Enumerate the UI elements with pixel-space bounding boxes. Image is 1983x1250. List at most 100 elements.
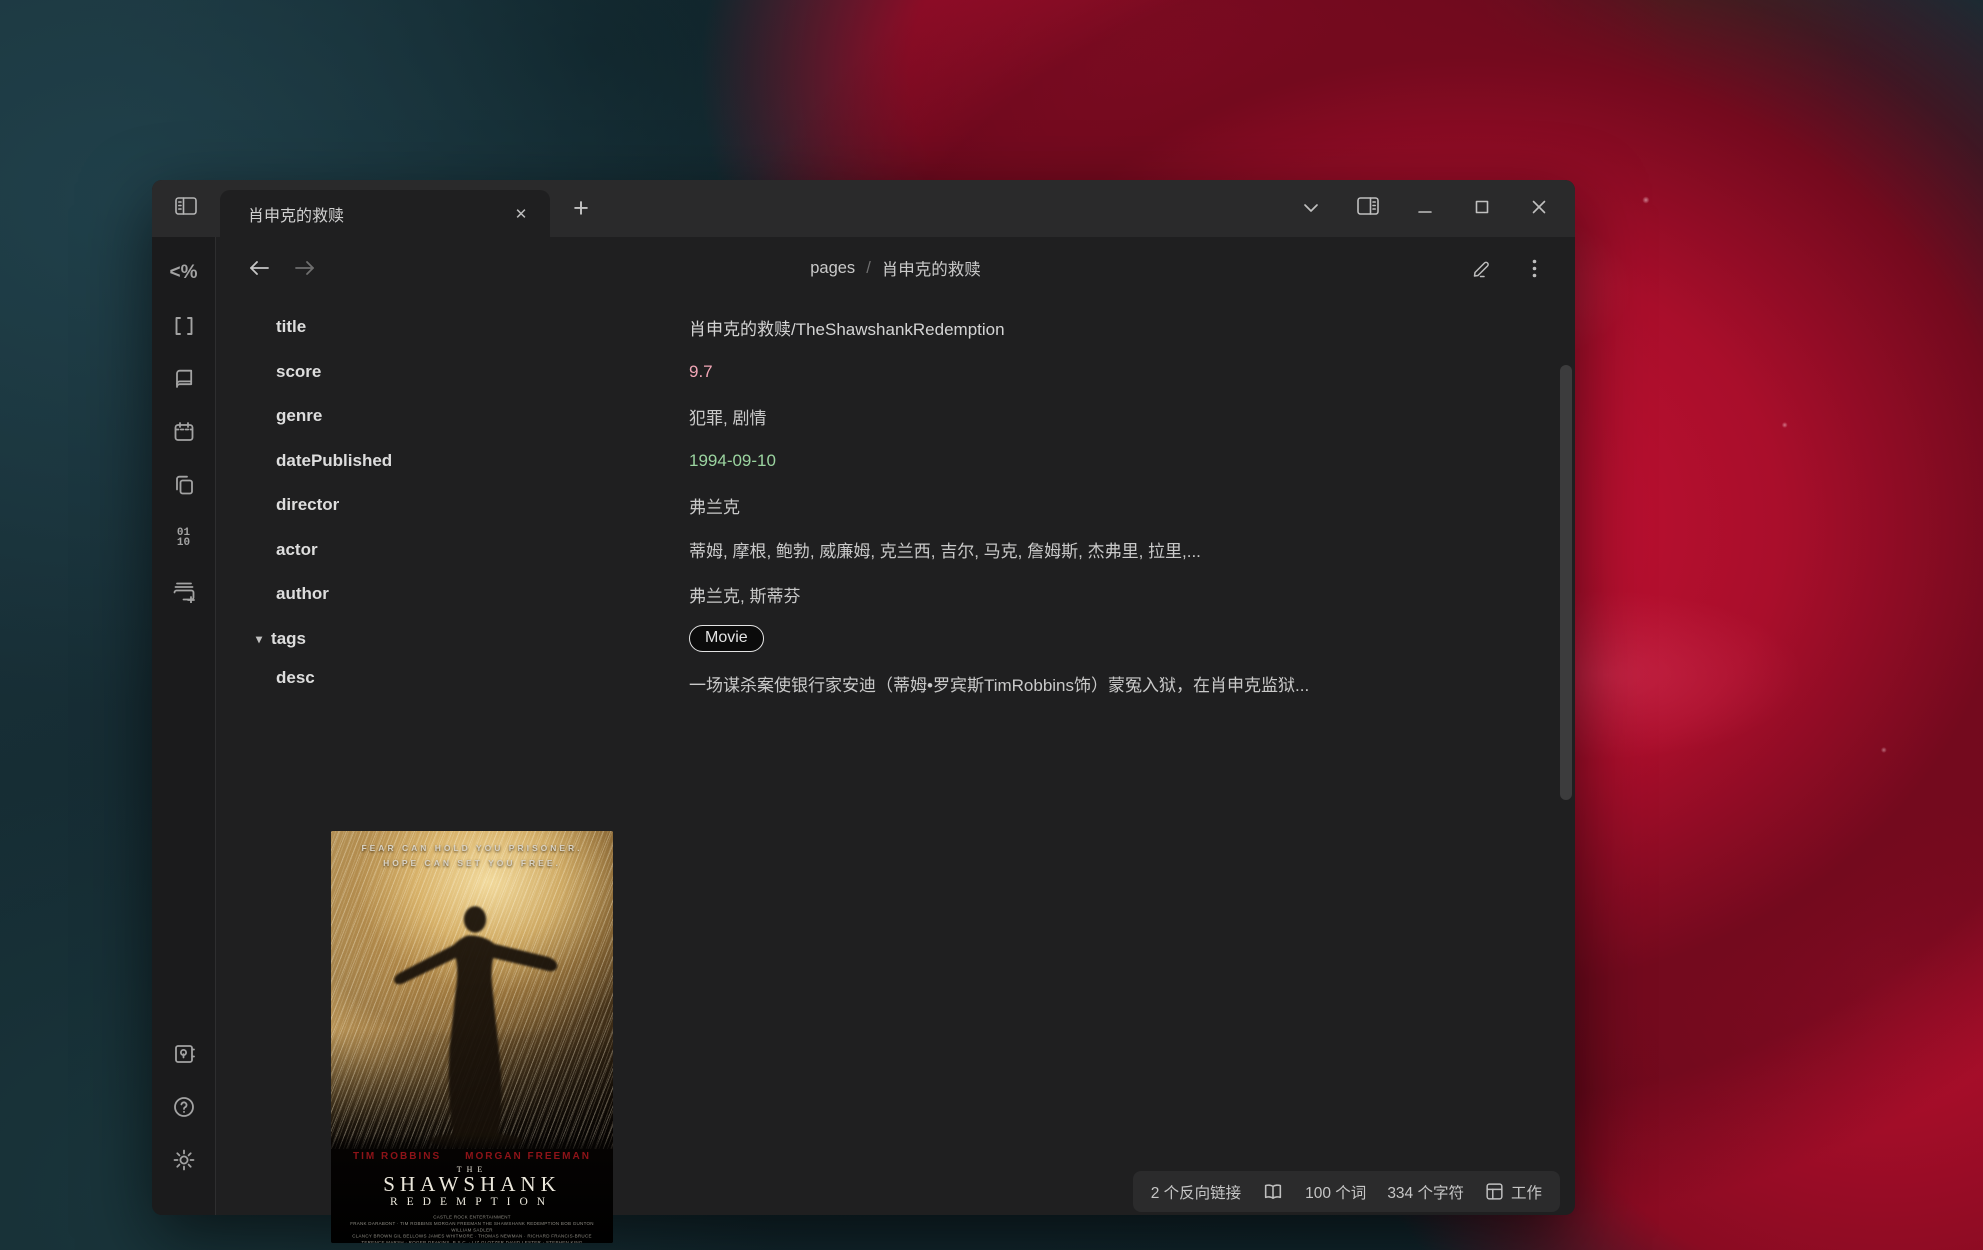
riff-deck-button[interactable] [1262,1182,1284,1201]
dock-template-button[interactable]: <% [164,253,204,293]
char-count[interactable]: 334 个字符 [1387,1181,1464,1203]
attribute-table: title 肖申克的救赎/TheShawshankRedemption scor… [216,305,1575,741]
kebab-menu-icon [1532,259,1537,278]
attr-row-genre[interactable]: genre 犯罪, 剧情 [216,394,1575,439]
attr-row-datepublished[interactable]: datePublished 1994-09-10 [216,439,1575,484]
poster-figure-silhouette [362,885,582,1149]
brackets-icon [172,314,196,338]
close-icon [1532,199,1546,219]
attr-row-tags[interactable]: ▾tags Movie [216,617,1575,662]
movie-poster-image[interactable]: FEAR CAN HOLD YOU PRISONER. HOPE CAN SET… [331,831,613,1243]
breadcrumb-current[interactable]: 肖申克的救赎 [882,256,981,280]
arrow-left-icon [248,260,270,276]
attr-value: Movie [689,625,1509,652]
forward-button[interactable] [292,255,318,281]
attr-value[interactable]: 肖申克的救赎/TheShawshankRedemption [689,315,1509,340]
doc-toolbar: pages / 肖申克的救赎 [216,237,1575,299]
attr-key: score [216,362,689,382]
dock-calendar-button[interactable] [164,412,204,452]
workspace-layout-icon [1485,1182,1504,1201]
maximize-icon [1475,199,1489,219]
status-bar: 2 个反向链接 100 个词 334 个字符 工作 [1133,1171,1560,1212]
pencil-icon [1472,258,1493,279]
help-icon [172,1095,196,1119]
workspace-switcher[interactable]: 工作 [1485,1181,1542,1203]
minimize-button[interactable] [1396,180,1453,237]
maximize-button[interactable] [1453,180,1510,237]
tab-close-icon[interactable]: ✕ [506,199,536,229]
dock-settings-button[interactable] [164,1140,204,1180]
attr-row-desc[interactable]: desc 一场谋杀案使银行家安迪（蒂姆•罗宾斯TimRobbins饰）蒙冤入狱，… [216,661,1575,741]
attr-key: actor [216,540,689,560]
card-stack-add-icon [171,579,197,603]
editor-area: pages / 肖申克的救赎 [216,237,1575,1215]
left-sidebar-toggle-button[interactable] [152,180,220,237]
right-sidebar-toggle-button[interactable] [1339,180,1396,237]
attr-key: genre [216,406,689,426]
attr-key: ▾tags [216,629,689,649]
tabbar-spacer [612,180,1282,237]
attr-row-author[interactable]: author 弗兰克, 斯蒂芬 [216,572,1575,617]
workspace-name: 工作 [1511,1181,1542,1203]
attr-value[interactable]: 犯罪, 剧情 [689,404,1509,429]
back-button[interactable] [246,255,272,281]
tab-bar: 肖申克的救赎 ✕ + [152,180,1575,237]
backlink-count[interactable]: 2 个反向链接 [1151,1181,1241,1203]
new-tab-button[interactable]: + [550,180,612,237]
poster-actor-names: TIM ROBBINSMORGAN FREEMAN [331,1151,613,1162]
gear-icon [172,1148,196,1172]
attr-row-director[interactable]: director 弗兰克 [216,483,1575,528]
arrow-right-icon [294,260,316,276]
desktop-wallpaper: 肖申克的救赎 ✕ + [0,0,1983,1250]
dock-card-add-button[interactable] [164,571,204,611]
attr-value[interactable]: 弗兰克 [689,493,1509,518]
attr-row-score[interactable]: score 9.7 [216,350,1575,395]
dock-book-button[interactable] [164,359,204,399]
dock-binary-button[interactable]: 0110 [164,518,204,558]
poster-credits: CASTLE ROCK ENTERTAINMENT FRANK DARABONT… [345,1215,599,1243]
edit-mode-button[interactable] [1467,253,1497,283]
close-window-button[interactable] [1510,180,1567,237]
breadcrumb: pages / 肖申克的救赎 [810,256,981,280]
breadcrumb-separator: / [866,259,871,278]
tab-shawshank[interactable]: 肖申克的救赎 ✕ [220,190,550,237]
more-options-button[interactable] [1519,253,1549,283]
tab-list-dropdown-button[interactable] [1282,180,1339,237]
vertical-scrollbar-thumb[interactable] [1560,365,1572,800]
safe-icon [172,1042,196,1066]
attr-value[interactable]: 一场谋杀案使银行家安迪（蒂姆•罗宾斯TimRobbins饰）蒙冤入狱，在肖申克监… [689,668,1509,703]
attr-key: author [216,584,689,604]
app-window: 肖申克的救赎 ✕ + [152,180,1575,1215]
attr-value[interactable]: 弗兰克, 斯蒂芬 [689,582,1509,607]
dock-copy-button[interactable] [164,465,204,505]
right-panel-icon [1356,196,1380,221]
attr-value[interactable]: 1994-09-10 [689,451,1509,471]
copy-pages-icon [172,473,196,497]
window-controls [1282,180,1575,237]
breadcrumb-root[interactable]: pages [810,259,855,278]
minimize-icon [1418,199,1432,219]
calendar-icon [172,420,196,444]
left-dock: <% [152,237,216,1215]
collapse-caret-icon[interactable]: ▾ [256,632,262,646]
toolbar-right [1467,237,1549,299]
attr-row-title[interactable]: title 肖申克的救赎/TheShawshankRedemption [216,305,1575,350]
tag-pill-movie[interactable]: Movie [689,625,764,652]
attr-key: datePublished [216,451,689,471]
chevron-down-icon [1302,199,1320,219]
attr-key: desc [216,668,689,688]
attr-value[interactable]: 9.7 [689,362,1509,382]
dock-brackets-button[interactable] [164,306,204,346]
book-icon [172,367,196,391]
attr-row-actor[interactable]: actor 蒂姆, 摩根, 鲍勃, 威廉姆, 克兰西, 吉尔, 马克, 詹姆斯,… [216,528,1575,573]
poster-title: THE SHAWSHANK REDEMPTION [331,1165,613,1209]
word-count[interactable]: 100 个词 [1305,1181,1366,1203]
attr-key: title [216,317,689,337]
attr-value[interactable]: 蒂姆, 摩根, 鲍勃, 威廉姆, 克兰西, 吉尔, 马克, 詹姆斯, 杰弗里, … [689,537,1509,562]
nav-arrows [246,237,318,299]
tab-title: 肖申克的救赎 [248,202,506,226]
poster-bottom-panel: TIM ROBBINSMORGAN FREEMAN THE SHAWSHANK … [331,1135,613,1243]
dock-help-button[interactable] [164,1087,204,1127]
attr-key: director [216,495,689,515]
dock-vault-button[interactable] [164,1034,204,1074]
